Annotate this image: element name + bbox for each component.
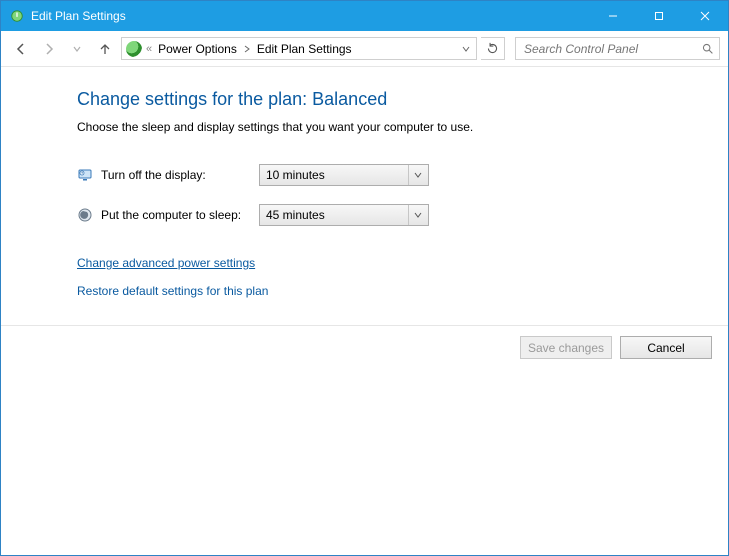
nav-bar: « Power Options Edit Plan Settings Searc… — [1, 31, 728, 67]
close-button[interactable] — [682, 1, 728, 31]
page-subheading: Choose the sleep and display settings th… — [77, 120, 728, 134]
back-button[interactable] — [9, 37, 33, 61]
chevron-right-icon[interactable] — [243, 42, 251, 56]
maximize-button[interactable] — [636, 1, 682, 31]
display-timeout-label: Turn off the display: — [101, 168, 259, 182]
recent-locations-button[interactable] — [65, 37, 89, 61]
sleep-timeout-row: Put the computer to sleep: 45 minutes — [77, 204, 728, 226]
breadcrumb-power-options[interactable]: Power Options — [156, 42, 239, 56]
search-placeholder: Search Control Panel — [524, 42, 699, 56]
content-area: Change settings for the plan: Balanced C… — [1, 67, 728, 325]
address-dropdown-button[interactable] — [458, 45, 474, 53]
address-bar[interactable]: « Power Options Edit Plan Settings — [121, 37, 477, 60]
advanced-settings-link[interactable]: Change advanced power settings — [77, 256, 255, 270]
minimize-button[interactable] — [590, 1, 636, 31]
up-button[interactable] — [93, 37, 117, 61]
button-bar: Save changes Cancel — [1, 325, 728, 555]
sleep-timeout-value: 45 minutes — [266, 208, 408, 222]
links-section: Change advanced power settings Restore d… — [77, 256, 728, 298]
page-heading: Change settings for the plan: Balanced — [77, 89, 728, 110]
save-button: Save changes — [520, 336, 612, 359]
sleep-timeout-select[interactable]: 45 minutes — [259, 204, 429, 226]
display-timeout-row: Turn off the display: 10 minutes — [77, 164, 728, 186]
display-timeout-value: 10 minutes — [266, 168, 408, 182]
app-icon — [9, 8, 25, 24]
cancel-button[interactable]: Cancel — [620, 336, 712, 359]
display-timeout-select[interactable]: 10 minutes — [259, 164, 429, 186]
chevron-down-icon — [408, 165, 426, 185]
control-panel-icon — [126, 41, 142, 57]
breadcrumb-history-icon: « — [146, 43, 152, 55]
search-box[interactable]: Search Control Panel — [515, 37, 720, 60]
sleep-icon — [77, 207, 93, 223]
breadcrumb-edit-plan[interactable]: Edit Plan Settings — [255, 42, 354, 56]
chevron-down-icon — [408, 205, 426, 225]
display-icon — [77, 167, 93, 183]
search-icon[interactable] — [699, 42, 715, 55]
restore-defaults-link[interactable]: Restore default settings for this plan — [77, 284, 268, 298]
window-title: Edit Plan Settings — [31, 9, 590, 23]
sleep-timeout-label: Put the computer to sleep: — [101, 208, 259, 222]
forward-button[interactable] — [37, 37, 61, 61]
titlebar: Edit Plan Settings — [1, 1, 728, 31]
refresh-button[interactable] — [481, 37, 505, 60]
